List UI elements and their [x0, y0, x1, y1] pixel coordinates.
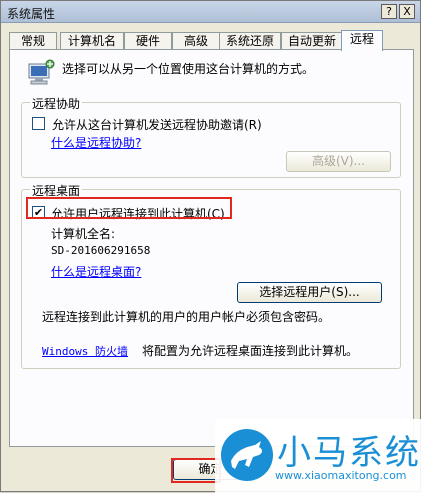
- window-title: 系统属性: [7, 7, 56, 21]
- remote-desktop-label[interactable]: 允许用户远程连接到此计算机(C): [51, 205, 225, 222]
- windows-firewall-link[interactable]: Windows 防火墙: [42, 343, 128, 359]
- what-is-remote-assistance-link[interactable]: 什么是远程协助?: [51, 134, 141, 151]
- tab-system-restore[interactable]: 系统还原: [219, 32, 281, 50]
- brand-url: www.xiaomaxitong.com: [275, 469, 407, 482]
- help-button[interactable]: ?: [381, 4, 397, 19]
- remote-desktop-legend: 远程桌面: [30, 182, 83, 199]
- remote-tab-page: 选择可以从另一个位置使用这台计算机的方式。 远程协助 允许从这台计算机发送远程协…: [9, 49, 414, 447]
- tab-general[interactable]: 常规: [9, 32, 57, 50]
- password-note: 远程连接到此计算机的用户的用户帐户必须包含密码。: [42, 310, 331, 324]
- tab-strip: 常规 计算机名 硬件 高级 系统还原 自动更新 远程: [9, 30, 413, 51]
- computer-remote-icon: [28, 59, 55, 85]
- title-bar[interactable]: 系统属性 ? X: [1, 1, 420, 23]
- tab-advanced[interactable]: 高级: [172, 32, 220, 50]
- system-properties-window: 系统属性 ? X 常规 计算机名 硬件 高级 系统还原 自动更新 远程 选择可以…: [0, 0, 421, 493]
- remote-assistance-label[interactable]: 允许从这台计算机发送远程协助邀请(R): [52, 116, 262, 133]
- remote-desktop-checkbox[interactable]: ✔: [32, 206, 45, 219]
- what-is-remote-desktop-link[interactable]: 什么是远程桌面?: [51, 263, 141, 280]
- computer-full-name-value: SD-201606291658: [51, 244, 151, 257]
- tab-computer-name[interactable]: 计算机名: [60, 32, 124, 50]
- firewall-note: 将配置为允许远程桌面连接到此计算机。: [142, 344, 359, 358]
- tab-hardware[interactable]: 硬件: [124, 32, 172, 50]
- close-button[interactable]: X: [399, 4, 415, 19]
- remote-assistance-legend: 远程协助: [30, 95, 83, 112]
- advanced-button[interactable]: 高级(V)...: [286, 151, 391, 172]
- horse-logo-icon: [221, 429, 273, 481]
- tab-remote[interactable]: 远程: [341, 30, 383, 51]
- brand-name: 小马系统: [277, 433, 421, 473]
- intro-text: 选择可以从另一个位置使用这台计算机的方式。: [62, 62, 315, 76]
- remote-assistance-checkbox[interactable]: [32, 117, 45, 130]
- tab-automatic-updates[interactable]: 自动更新: [281, 32, 343, 50]
- remote-assistance-group: 远程协助 允许从这台计算机发送远程协助邀请(R) 什么是远程协助? 高级(V).…: [21, 95, 401, 178]
- computer-full-name-label: 计算机全名:: [51, 227, 116, 241]
- select-remote-users-button[interactable]: 选择远程用户(S)...: [237, 282, 382, 303]
- watermark: 小马系统 www.xiaomaxitong.com: [215, 419, 421, 493]
- remote-desktop-group: 远程桌面 ✔ 允许用户远程连接到此计算机(C) 计算机全名: SD-201606…: [21, 182, 401, 369]
